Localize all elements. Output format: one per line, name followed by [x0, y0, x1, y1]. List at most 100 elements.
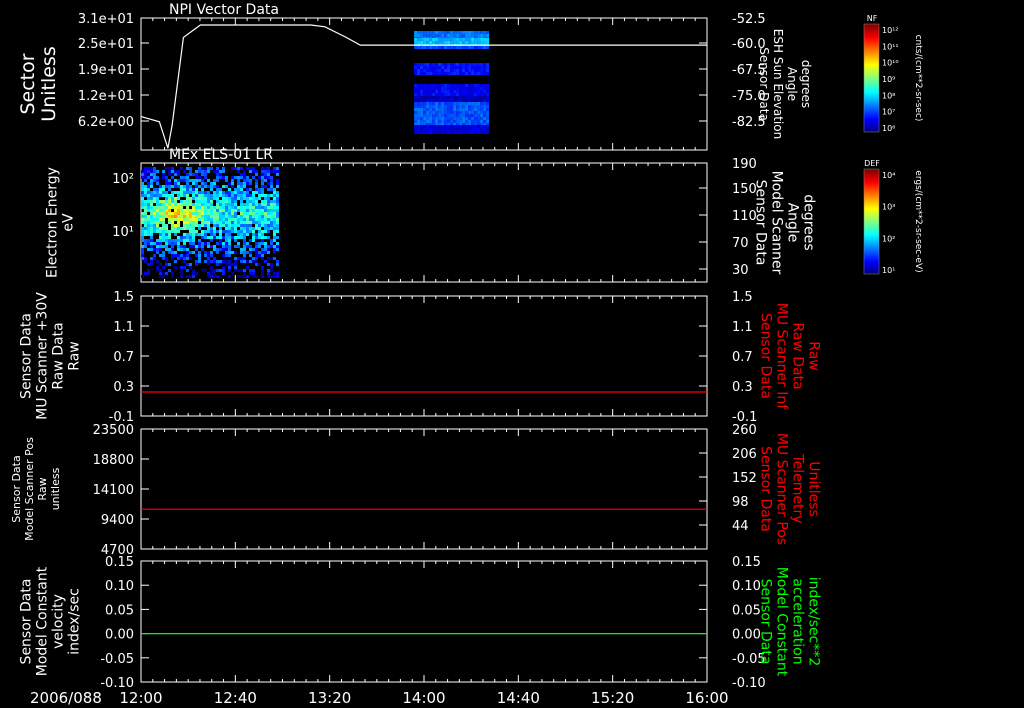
- spectrogram-cell: [201, 236, 204, 239]
- spectrogram-cell: [180, 194, 183, 197]
- spectrogram-cell: [420, 99, 424, 102]
- spectrogram-cell: [153, 206, 156, 209]
- spectrogram-cell: [186, 194, 189, 197]
- spectrogram-cell: [231, 179, 234, 182]
- spectrogram-cell: [225, 197, 228, 200]
- spectrogram-cell: [219, 203, 222, 206]
- colorbar-strip: [864, 235, 879, 236]
- spectrogram-cell: [456, 41, 460, 44]
- spectrogram-cell: [462, 69, 466, 72]
- spectrogram-cell: [477, 125, 481, 128]
- spectrogram-cell: [261, 191, 264, 194]
- colorbar-strip: [864, 61, 879, 62]
- spectrogram-cell: [459, 125, 463, 128]
- spectrogram-cell: [159, 245, 162, 248]
- spectrogram-cell: [234, 167, 237, 170]
- spectrogram-cell: [222, 221, 225, 224]
- spectrogram-cell: [441, 66, 445, 69]
- spectrogram-cell: [456, 131, 460, 134]
- spectrogram-cell: [159, 200, 162, 203]
- spectrogram-cell: [186, 188, 189, 191]
- spectrogram-cell: [273, 170, 276, 173]
- spectrogram-cell: [222, 194, 225, 197]
- spectrogram-cell: [450, 102, 454, 105]
- spectrogram-cell: [171, 242, 174, 245]
- spectrogram-cell: [207, 170, 210, 173]
- spectrogram-cell: [429, 66, 433, 69]
- spectrogram-cell: [165, 197, 168, 200]
- spectrogram-cell: [264, 230, 267, 233]
- spectrogram-cell: [471, 128, 475, 131]
- spectrogram-cell: [189, 179, 192, 182]
- spectrogram-cell: [150, 263, 153, 266]
- spectrogram-cell: [162, 194, 165, 197]
- x-tick-label: 12:40: [214, 689, 257, 707]
- spectrogram-cell: [420, 63, 424, 66]
- spectrogram-cell: [255, 236, 258, 239]
- spectrogram-cell: [243, 257, 246, 260]
- colorbar-strip: [864, 206, 879, 207]
- colorbar-strip: [864, 114, 879, 115]
- spectrogram-cell: [225, 203, 228, 206]
- spectrogram-cell: [168, 185, 171, 188]
- colorbar-nf: [863, 23, 880, 133]
- colorbar-strip: [864, 128, 879, 129]
- spectrogram-cell: [156, 191, 159, 194]
- spectrogram-cell: [474, 99, 478, 102]
- spectrogram-cell: [420, 108, 424, 111]
- spectrogram-cell: [192, 182, 195, 185]
- spectrogram-cell: [426, 46, 430, 49]
- spectrogram-cell: [438, 66, 442, 69]
- spectrogram-cell: [438, 99, 442, 102]
- spectrogram-cell: [276, 236, 279, 239]
- spectrogram-cell: [414, 93, 418, 96]
- spectrogram-cell: [210, 233, 213, 236]
- spectrogram-cell: [450, 90, 454, 93]
- spectrogram-cell: [276, 191, 279, 194]
- spectrogram-cell: [198, 170, 201, 173]
- spectrogram-cell: [255, 212, 258, 215]
- spectrogram-cell: [150, 242, 153, 245]
- y2-axis-label-line: Sensor Data: [752, 180, 768, 266]
- spectrogram-cell: [225, 233, 228, 236]
- spectrogram-cell: [180, 200, 183, 203]
- colorbar-strip: [864, 40, 879, 41]
- spectrogram-cell: [261, 194, 264, 197]
- spectrogram-cell: [429, 114, 433, 117]
- spectrogram-cell: [210, 206, 213, 209]
- spectrogram-cell: [426, 105, 430, 108]
- spectrogram-cell: [156, 245, 159, 248]
- spectrogram-cell: [156, 209, 159, 212]
- spectrogram-cell: [474, 31, 478, 34]
- spectrogram-cell: [258, 230, 261, 233]
- spectrogram-cell: [444, 34, 448, 37]
- spectrogram-cell: [432, 63, 436, 66]
- spectrogram-cell: [234, 221, 237, 224]
- y-tick-label: 1.9e+01: [78, 63, 134, 78]
- colorbar-strip: [864, 103, 879, 104]
- spectrogram-cell: [168, 182, 171, 185]
- y2-axis-label-line: Model Scanner: [768, 171, 784, 275]
- spectrogram-cell: [156, 239, 159, 242]
- y-axis-label-left: Sensor Data Model Scanner Pos Raw unitless: [10, 437, 62, 541]
- spectrogram-cell: [432, 108, 436, 111]
- x-tick-label: 14:00: [402, 689, 445, 707]
- spectrogram-cell: [447, 66, 451, 69]
- spectrogram-cell: [162, 191, 165, 194]
- colorbar-strip: [864, 234, 879, 235]
- colorbar-strip: [864, 263, 879, 264]
- spectrogram-cell: [447, 72, 451, 75]
- colorbar-strip: [864, 28, 879, 29]
- spectrogram-cell: [441, 69, 445, 72]
- spectrogram-cell: [255, 263, 258, 266]
- spectrogram-cell: [237, 179, 240, 182]
- spectrogram-cell: [267, 245, 270, 248]
- colorbar-strip: [864, 83, 879, 84]
- spectrogram-cell: [141, 185, 144, 188]
- spectrogram-cell: [162, 176, 165, 179]
- colorbar-tick-label: 10¹⁰: [882, 59, 899, 68]
- y-tick-label: 0.05: [105, 603, 134, 618]
- spectrogram-cell: [222, 272, 225, 275]
- spectrogram-cell: [459, 31, 463, 34]
- colorbar-strip: [864, 121, 879, 122]
